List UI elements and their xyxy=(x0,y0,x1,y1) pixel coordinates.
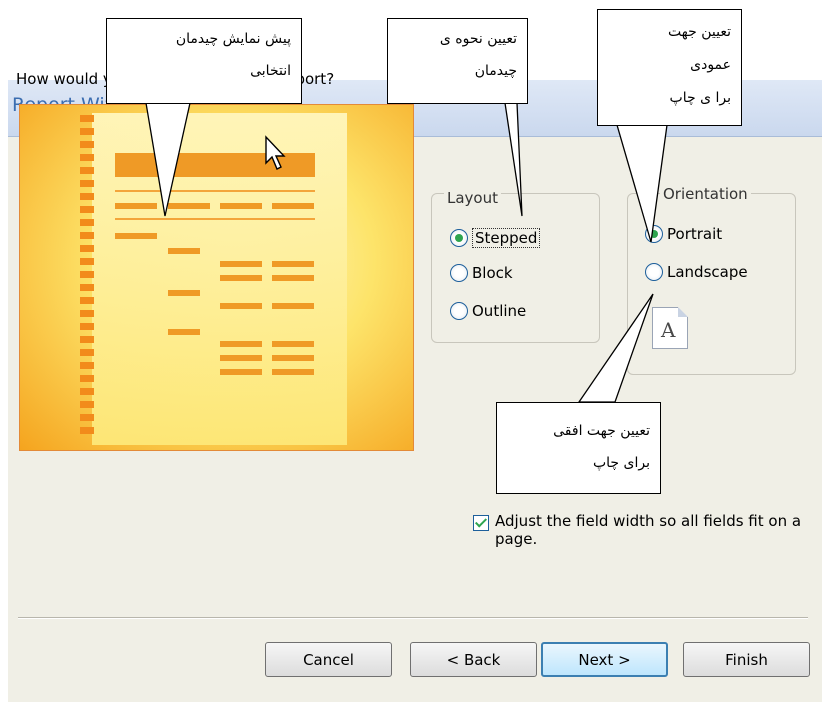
layout-callout-line2: چیدمان xyxy=(474,63,517,79)
horizontal-callout-line2: برای چاپ xyxy=(592,455,650,471)
horizontal-orientation-callout: تعیین جهت افقی برای چاپ xyxy=(496,402,661,494)
preview-callout-pointer xyxy=(145,102,191,217)
mouse-cursor-icon xyxy=(265,135,286,170)
vertical-orientation-callout: تعیین جهت عمودی برا ی چاپ xyxy=(597,9,742,126)
preview-callout-line1: پیش نمایش چیدمان xyxy=(175,31,291,47)
layout-callout-line1: تعیین نحوه ی xyxy=(439,31,517,47)
horizontal-callout-line1: تعیین جهت افقی xyxy=(553,423,650,439)
vertical-callout-line1: تعیین جهت xyxy=(667,24,731,40)
layout-callout: تعیین نحوه ی چیدمان xyxy=(387,18,528,104)
preview-callout-line2: انتخابی xyxy=(250,63,291,79)
preview-callout: پیش نمایش چیدمان انتخابی xyxy=(106,18,302,104)
horizontal-callout-pointer xyxy=(577,293,654,403)
vertical-callout-line3: برا ی چاپ xyxy=(669,90,731,106)
vertical-callout-line2: عمودی xyxy=(690,57,731,73)
vertical-callout-pointer xyxy=(616,124,668,243)
layout-callout-pointer xyxy=(504,102,523,217)
